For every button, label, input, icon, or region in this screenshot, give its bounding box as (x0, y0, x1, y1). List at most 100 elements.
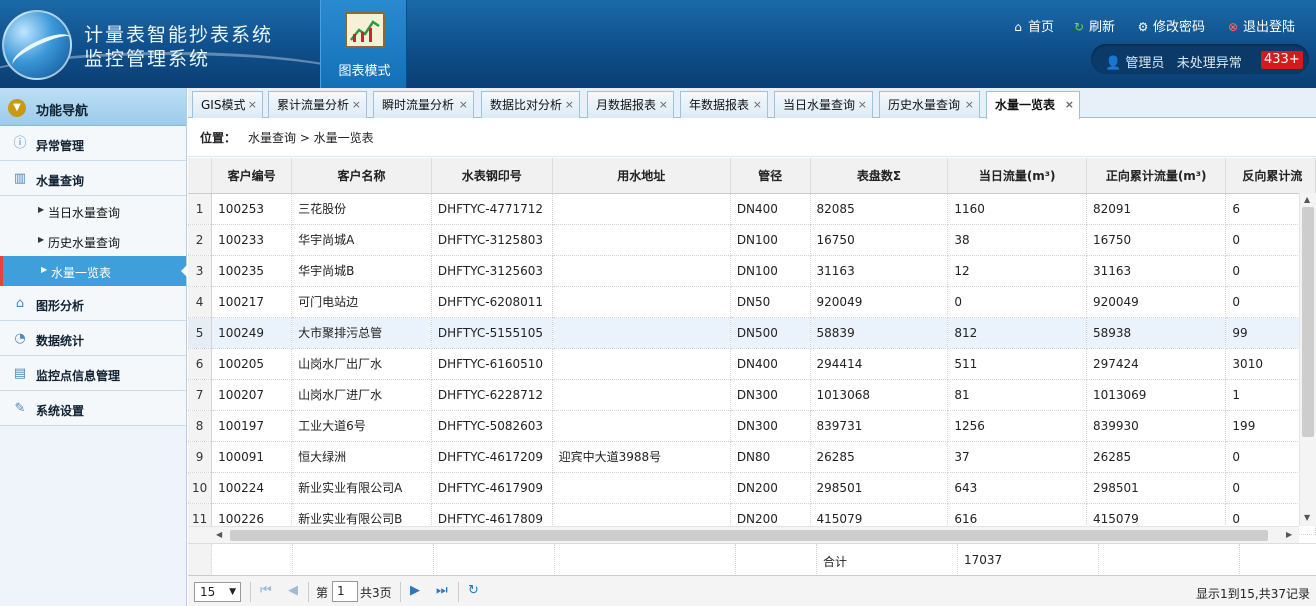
horizontal-scrollbar[interactable]: ◀ ▶ (188, 526, 1299, 543)
table-cell: 920049 (1086, 286, 1227, 318)
reload-icon[interactable]: ↻ (468, 583, 479, 598)
tab-label: 当日水量查询 (783, 98, 856, 112)
close-icon[interactable]: × (352, 92, 361, 118)
sidebar-item-stats[interactable]: ◔ 数据统计 (0, 321, 186, 356)
sidebar-subitem-daily[interactable]: ▶ 当日水量查询 (0, 196, 186, 226)
table-cell: 恒大绿洲 (291, 441, 432, 473)
sidebar-item-monitor[interactable]: ▤ 监控点信息管理 (0, 356, 186, 391)
chart-mode-button[interactable]: 图表模式 (320, 0, 407, 88)
refresh-link[interactable]: ↻ 刷新 (1072, 16, 1115, 35)
tab-history-query[interactable]: 历史水量查询 × (879, 91, 980, 118)
close-icon[interactable]: × (858, 92, 867, 118)
table-row[interactable]: 10 100224 新业实业有限公司A DHFTYC-4617909 DN200 2985… (188, 472, 1316, 504)
close-icon[interactable]: × (565, 92, 574, 118)
table-cell: 100197 (211, 410, 293, 442)
row-number: 6 (188, 348, 213, 380)
sidebar-item-exception[interactable]: ⓘ 异常管理 (0, 126, 186, 161)
info-icon: ⓘ (13, 136, 27, 151)
table-cell: 100205 (211, 348, 293, 380)
page-prefix: 第 (316, 586, 329, 600)
tab-yearly[interactable]: 年数据报表 × (680, 91, 768, 118)
column-header[interactable]: 水表钢印号 (431, 158, 553, 194)
caret-right-icon: ▶ (38, 205, 45, 214)
table-cell: DHFTYC-6208011 (431, 286, 553, 318)
sidebar-item-settings[interactable]: ✎ 系统设置 (0, 391, 186, 426)
table-cell: 可门电站边 (291, 286, 432, 318)
table-cell (552, 224, 731, 256)
prev-page-icon[interactable]: ◀ (288, 583, 298, 598)
table-row[interactable]: 3 100235 华宇尚城B DHFTYC-3125603 DN100 31163 12 31… (188, 255, 1316, 287)
column-header[interactable]: 当日流量(m³) (947, 158, 1087, 194)
vertical-scrollbar[interactable]: ▲ ▼ (1299, 193, 1316, 526)
table-cell: 山岗水厂出厂水 (291, 348, 432, 380)
scroll-right-icon[interactable]: ▶ (1286, 530, 1292, 539)
tab-compare[interactable]: 数据比对分析 × (481, 91, 580, 118)
divider (308, 582, 309, 602)
table-cell: 1160 (947, 193, 1087, 225)
system-title: 计量表智能抄表系统 (84, 24, 274, 46)
table-row[interactable]: 8 100197 工业大道6号 DHFTYC-5082603 DN300 839731 12… (188, 410, 1316, 442)
last-page-icon[interactable]: ⏭ (436, 583, 448, 598)
sidebar-subitem-history[interactable]: ▶ 历史水量查询 (0, 226, 186, 256)
table-cell: 1013068 (810, 379, 949, 411)
table-row[interactable]: 9 100091 恒大绿洲 DHFTYC-4617209 迎宾中大道3988号 DN80 2… (188, 441, 1316, 473)
tab-monthly[interactable]: 月数据报表 × (587, 91, 674, 118)
close-icon[interactable]: × (753, 92, 762, 118)
tab-label: 累计流量分析 (277, 98, 350, 112)
sidebar-subitem-overview[interactable]: ▶ 水量一览表 (0, 256, 187, 286)
tab-overview[interactable]: 水量一览表 × (986, 91, 1080, 119)
tab-cumulative[interactable]: 累计流量分析 × (268, 91, 367, 118)
change-password-link[interactable]: ⚙ 修改密码 (1136, 16, 1205, 35)
close-icon[interactable]: × (1065, 92, 1074, 118)
column-header[interactable]: 管径 (730, 158, 811, 194)
tab-gis[interactable]: GIS模式 × (192, 91, 263, 118)
close-icon[interactable]: × (248, 92, 257, 118)
exceptions-badge[interactable]: 433+ (1261, 51, 1303, 69)
table-cell: DHFTYC-5082603 (431, 410, 553, 442)
tab-instant[interactable]: 瞬时流量分析 × (373, 91, 474, 118)
home-link[interactable]: ⌂ 首页 (1011, 16, 1054, 35)
tab-daily-query[interactable]: 当日水量查询 × (774, 91, 873, 118)
page-number-input[interactable]: 1 (332, 581, 358, 602)
close-icon[interactable]: × (459, 92, 468, 118)
column-header[interactable]: 客户编号 (211, 158, 293, 194)
table-row[interactable]: 2 100233 华宇尚城A DHFTYC-3125803 DN100 16750 38 16… (188, 224, 1316, 256)
logout-link[interactable]: ⊗ 退出登陆 (1226, 16, 1295, 35)
table-row[interactable]: 7 100207 山岗水厂进厂水 DHFTYC-6228712 DN300 1013068… (188, 379, 1316, 411)
column-header[interactable]: 用水地址 (552, 158, 731, 194)
table-cell (552, 193, 731, 225)
table-cell (552, 348, 731, 380)
table-cell: 100233 (211, 224, 293, 256)
table-row[interactable]: 1 100253 三花股份 DHFTYC-4771712 DN400 82085 1160 8… (188, 193, 1316, 225)
column-header[interactable]: 客户名称 (291, 158, 432, 194)
vertical-scroll-thumb[interactable] (1302, 207, 1314, 437)
page-size-select[interactable]: 15 ▼ (194, 582, 241, 602)
table-cell: DN50 (730, 286, 811, 318)
table-row[interactable]: 5 100249 大市聚排污总管 DHFTYC-5155105 DN500 58839 81… (188, 317, 1316, 349)
table-cell: 82085 (810, 193, 949, 225)
tab-label: 历史水量查询 (888, 98, 961, 112)
close-icon[interactable]: × (659, 92, 668, 118)
table-row[interactable]: 6 100205 山岗水厂出厂水 DHFTYC-6160510 DN400 294414 5… (188, 348, 1316, 380)
table-cell: 37 (947, 441, 1087, 473)
table-cell: 298501 (810, 472, 949, 504)
scroll-down-icon[interactable]: ▼ (1304, 513, 1310, 522)
scroll-left-icon[interactable]: ◀ (216, 530, 222, 539)
column-header[interactable]: 表盘数Σ (810, 158, 949, 194)
scroll-up-icon[interactable]: ▲ (1304, 195, 1310, 204)
sidebar-item-water-query[interactable]: ▥ 水量查询 (0, 161, 186, 196)
next-page-icon[interactable]: ▶ (410, 583, 420, 598)
close-icon[interactable]: × (965, 92, 974, 118)
table-cell: 298501 (1086, 472, 1227, 504)
column-header[interactable]: 反向累计流 (1225, 158, 1316, 194)
horizontal-scroll-thumb[interactable] (230, 530, 1268, 541)
first-page-icon[interactable]: ⏮ (260, 583, 272, 598)
table-row[interactable]: 4 100217 可门电站边 DHFTYC-6208011 DN50 920049 0 920… (188, 286, 1316, 318)
chevron-down-icon: ▼ (8, 99, 26, 117)
table-cell: 100224 (211, 472, 293, 504)
column-header[interactable]: 正向累计流量(m³) (1086, 158, 1227, 194)
table-cell: 839731 (810, 410, 949, 442)
refresh-label: 刷新 (1089, 20, 1116, 35)
sidebar-item-graph[interactable]: ⌂ 图形分析 (0, 286, 186, 321)
table-cell: 297424 (1086, 348, 1227, 380)
